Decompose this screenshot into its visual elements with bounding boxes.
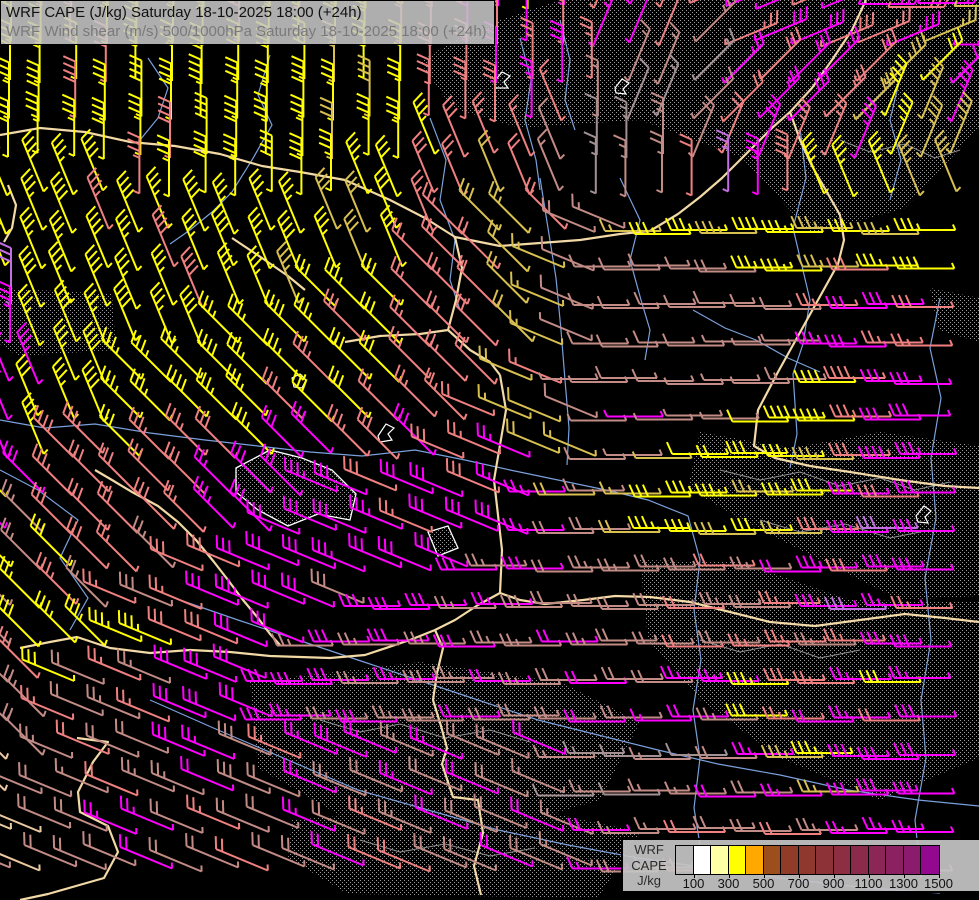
legend-label-unit: J/kg (625, 873, 673, 889)
legend-tick-label: 100 (683, 876, 705, 891)
wind-shear-map (0, 0, 979, 900)
legend-cell-5 (764, 846, 782, 874)
title-overlay: WRF CAPE (J/kg) Saturday 18-10-2025 18:0… (0, 0, 495, 45)
legend-cell-7 (799, 846, 817, 874)
cape-legend: WRF CAPE J/kg 100 300 500 700 900 1100 1300 150… (621, 838, 979, 893)
legend-cell-8 (816, 846, 834, 874)
legend-cell-3 (729, 846, 747, 874)
legend-cell-14 (921, 846, 939, 874)
legend-cell-13 (904, 846, 922, 874)
title-line-shear: WRF Wind shear (m/s) 500/1000hPa Saturda… (6, 22, 487, 41)
legend-tick-label: 900 (823, 876, 845, 891)
legend-cell-6 (781, 846, 799, 874)
legend-cell-1 (694, 846, 712, 874)
legend-cell-9 (834, 846, 852, 874)
legend-color-bar (675, 845, 940, 875)
legend-tick-label: 1100 (855, 876, 883, 891)
legend-tick-label: 500 (753, 876, 775, 891)
weather-map-stage: WRF CAPE (J/kg) Saturday 18-10-2025 18:0… (0, 0, 979, 900)
legend-cell-10 (851, 846, 869, 874)
legend-tick-label: 1500 (924, 876, 953, 891)
legend-label-wrf: WRF (625, 842, 673, 858)
legend-tick-label: 1300 (889, 876, 918, 891)
legend-label-cape: CAPE (625, 858, 673, 874)
legend-cell-0 (676, 846, 694, 874)
legend-cell-12 (886, 846, 904, 874)
legend-tick-label: 300 (718, 876, 740, 891)
legend-tick-label: 700 (788, 876, 810, 891)
legend-cell-2 (711, 846, 729, 874)
legend-cell-4 (746, 846, 764, 874)
title-line-cape: WRF CAPE (J/kg) Saturday 18-10-2025 18:0… (6, 3, 487, 22)
legend-cell-11 (869, 846, 887, 874)
legend-label-column: WRF CAPE J/kg (625, 842, 673, 889)
